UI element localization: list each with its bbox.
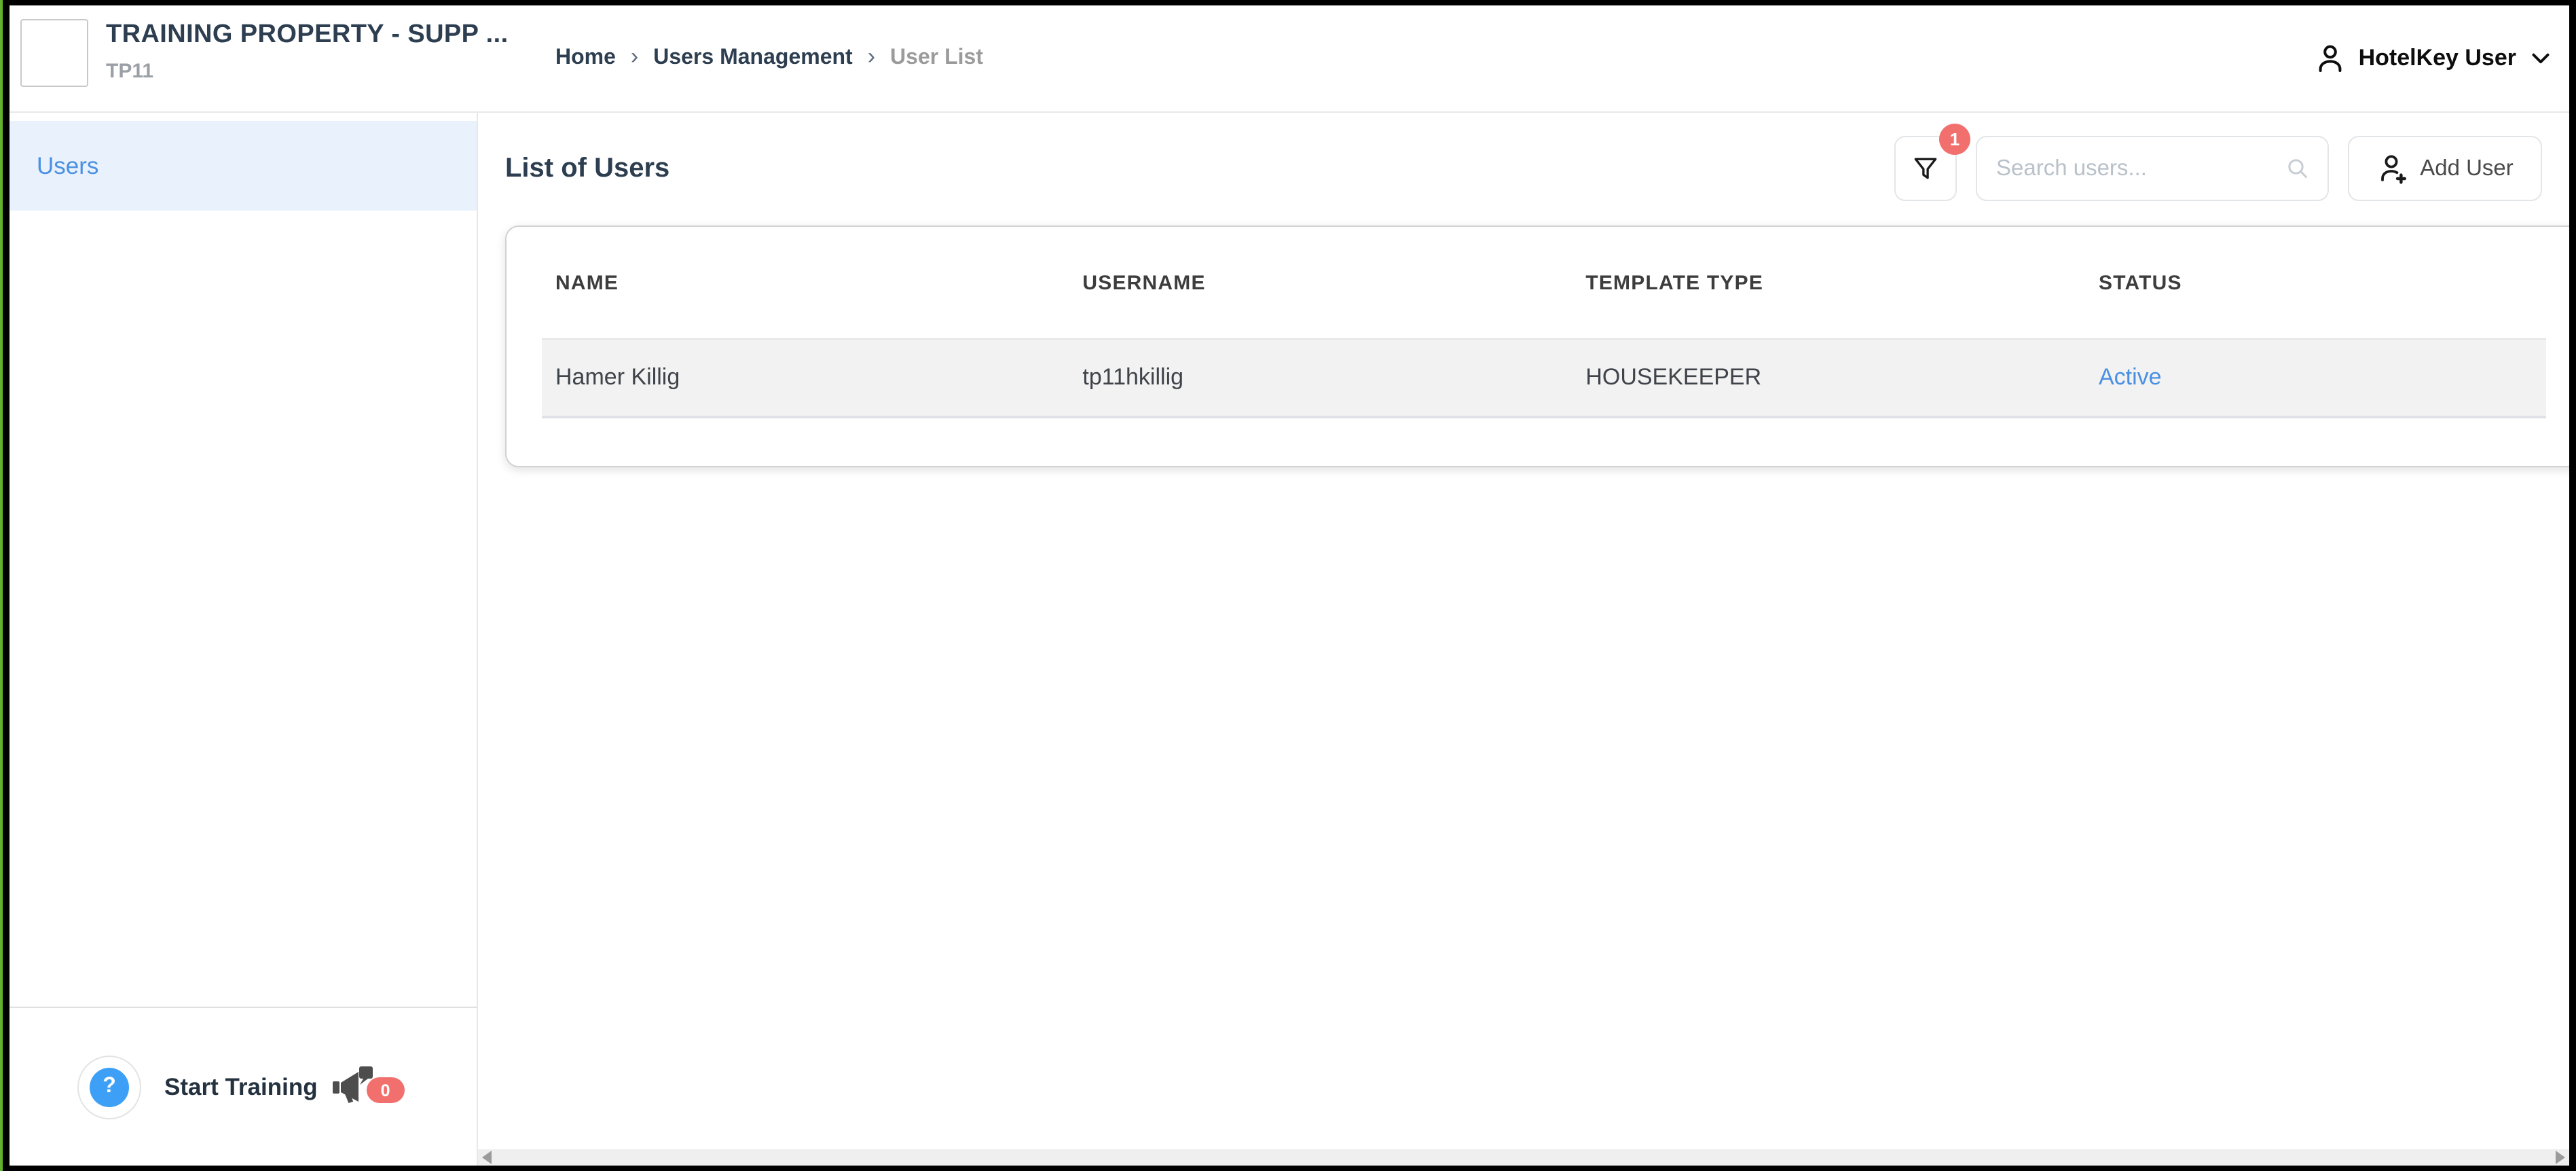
property-text: TRAINING PROPERTY - SUPP ... TP11 [106,19,509,87]
app-window: TRAINING PROPERTY - SUPP ... TP11 Home ›… [10,5,2569,1166]
left-accent-strip [0,0,3,1171]
sidebar-item-users[interactable]: Users [10,121,477,211]
cell-template-type: HOUSEKEEPER [1572,364,2085,391]
column-header-status: STATUS [2085,271,2546,294]
training-section: ? Start Training [10,1007,477,1166]
column-header-template-type: TEMPLATE TYPE [1572,271,2085,294]
users-table-card: NAME USERNAME TEMPLATE TYPE STATUS Hamer… [505,226,2569,467]
cell-username: tp11hkillig [1069,364,1572,391]
filter-button[interactable]: 1 [1894,136,1957,201]
filter-badge: 1 [1939,124,1970,155]
property-code: TP11 [106,60,509,83]
help-button[interactable]: ? [77,1055,141,1119]
page-title: List of Users [505,153,669,184]
breadcrumb-separator: › [868,43,875,71]
filter-icon [1911,154,1940,183]
search-icon [2284,155,2311,182]
add-user-label: Add User [2420,156,2514,181]
breadcrumb-home[interactable]: Home [555,46,616,71]
training-badge: 0 [367,1077,405,1103]
table-header-row: NAME USERNAME TEMPLATE TYPE STATUS [542,227,2546,338]
breadcrumb-user-list: User List [890,46,983,71]
cell-status-link[interactable]: Active [2085,364,2546,391]
scroll-left-arrow[interactable] [482,1151,492,1164]
breadcrumb: Home › Users Management › User List [555,5,983,111]
toolbar: 1 [1894,136,2542,201]
megaphone-icon: 0 [330,1065,376,1109]
screenshot-frame: TRAINING PROPERTY - SUPP ... TP11 Home ›… [0,0,2576,1171]
cell-name: Hamer Killig [542,364,1069,391]
content-header: List of Users 1 [505,136,2569,201]
start-training-label[interactable]: Start Training [164,1073,318,1101]
horizontal-scrollbar[interactable] [478,1149,2569,1166]
property-logo [20,19,88,87]
scroll-right-arrow[interactable] [2556,1151,2565,1164]
app-header: TRAINING PROPERTY - SUPP ... TP11 Home ›… [10,5,2569,113]
breadcrumb-separator: › [631,43,638,71]
chevron-down-icon [2528,46,2553,71]
person-icon [2314,42,2347,75]
property-name: TRAINING PROPERTY - SUPP ... [106,20,509,50]
add-user-icon [2376,152,2409,185]
column-header-username: USERNAME [1069,271,1572,294]
add-user-button[interactable]: Add User [2348,136,2542,201]
search-box [1976,136,2329,201]
user-menu[interactable]: HotelKey User [2314,5,2553,111]
property-brand: TRAINING PROPERTY - SUPP ... TP11 [20,19,509,87]
question-mark-icon: ? [90,1067,129,1106]
body-row: Users ? Start Training [10,113,2569,1166]
main-content: List of Users 1 [478,113,2569,1166]
search-input[interactable] [1993,154,2284,183]
table-row[interactable]: Hamer Killig tp11hkillig HOUSEKEEPER Act… [542,338,2546,418]
sidebar: Users ? Start Training [10,113,478,1166]
breadcrumb-users-management[interactable]: Users Management [653,46,852,71]
user-menu-label: HotelKey User [2359,45,2516,72]
column-header-name: NAME [542,271,1069,294]
